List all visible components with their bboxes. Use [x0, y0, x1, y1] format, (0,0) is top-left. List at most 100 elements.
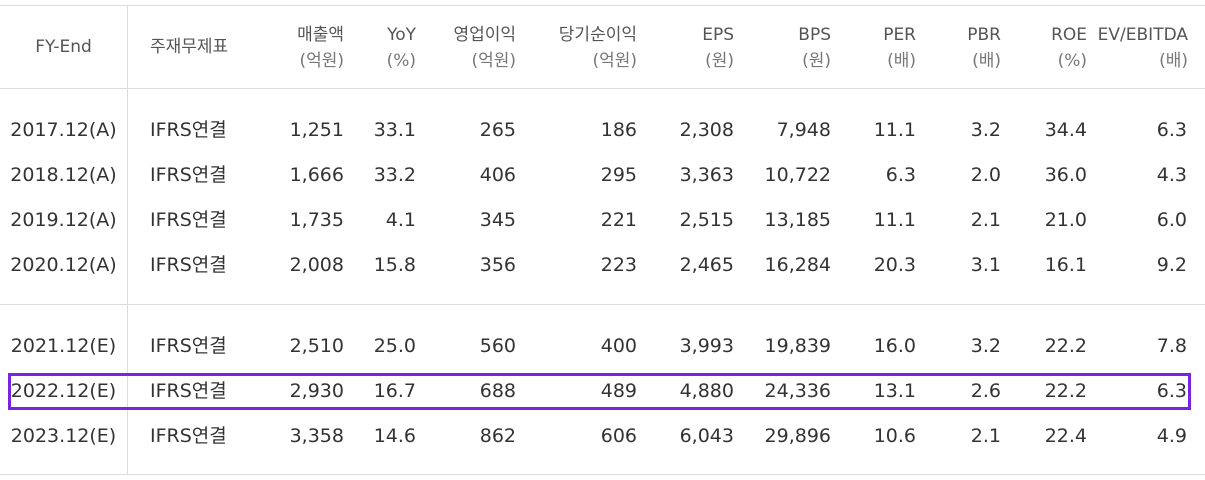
- cell-ev-ebitda: 7.8: [1156, 335, 1187, 357]
- header-main-statement-label: 주재무제표: [150, 37, 229, 57]
- cell-roe: 34.4: [1044, 119, 1087, 141]
- cell-roe: 36.0: [1044, 164, 1087, 186]
- cell-main-statement: IFRS연결: [150, 119, 227, 141]
- table-row: 2020.12(A) IFRS연결 2,008 15.8 356 223 2,465 16,2…: [0, 243, 1205, 288]
- cell-bps: 7,948: [776, 119, 831, 141]
- header-roe-label: ROE: [1051, 25, 1087, 45]
- header-divider: [0, 88, 1205, 89]
- cell-operating-profit: 688: [479, 380, 516, 402]
- cell-fy-end: 2021.12(E): [10, 335, 117, 357]
- cell-bps: 16,284: [764, 254, 831, 276]
- table-row: 2022.12(E) IFRS연결 2,930 16.7 688 489 4,880 24,3…: [0, 369, 1205, 414]
- cell-per: 11.1: [873, 119, 916, 141]
- cell-fy-end: 2019.12(A): [10, 209, 117, 231]
- header-fy-end: FY-End: [0, 34, 127, 60]
- cell-fy-end: 2020.12(A): [10, 254, 117, 276]
- cell-ev-ebitda: 6.0: [1156, 209, 1187, 231]
- header-per-unit: (배): [887, 51, 916, 71]
- cell-revenue: 2,510: [289, 335, 344, 357]
- header-revenue-unit: (억원): [299, 51, 344, 71]
- header-bps: BPS (원): [760, 22, 831, 74]
- header-ev-ebitda-label: EV/EBITDA: [1097, 25, 1188, 45]
- cell-roe: 22.2: [1044, 380, 1087, 402]
- header-per: PER (배): [850, 22, 916, 74]
- header-pbr-unit: (배): [972, 51, 1001, 71]
- cell-eps: 6,043: [679, 425, 734, 447]
- cell-eps: 2,308: [679, 119, 734, 141]
- cell-net-income: 295: [600, 164, 637, 186]
- header-ev-ebitda-unit: (배): [1159, 51, 1188, 71]
- header-yoy-unit: (%): [386, 51, 416, 71]
- header-bps-label: BPS: [798, 25, 831, 45]
- header-yoy-label: YoY: [387, 25, 416, 45]
- estimate-group-divider: [0, 304, 1205, 305]
- cell-net-income: 223: [600, 254, 637, 276]
- cell-revenue: 1,735: [289, 209, 344, 231]
- cell-operating-profit: 265: [479, 119, 516, 141]
- cell-operating-profit: 345: [479, 209, 516, 231]
- table-row: 2023.12(E) IFRS연결 3,358 14.6 862 606 6,043 29,8…: [0, 414, 1205, 459]
- header-main-statement: 주재무제표: [150, 34, 228, 60]
- cell-main-statement: IFRS연결: [150, 164, 227, 186]
- header-revenue-label: 매출액: [297, 25, 344, 45]
- cell-eps: 3,993: [679, 335, 734, 357]
- cell-per: 11.1: [873, 209, 916, 231]
- cell-pbr: 2.6: [970, 380, 1001, 402]
- header-eps-unit: (원): [705, 51, 734, 71]
- cell-bps: 29,896: [764, 425, 831, 447]
- cell-main-statement: IFRS연결: [150, 425, 227, 447]
- cell-net-income: 400: [600, 335, 637, 357]
- cell-eps: 3,363: [679, 164, 734, 186]
- header-eps-label: EPS: [702, 25, 734, 45]
- cell-roe: 16.1: [1044, 254, 1087, 276]
- cell-main-statement: IFRS연결: [150, 254, 227, 276]
- cell-pbr: 3.1: [970, 254, 1001, 276]
- cell-yoy: 33.1: [373, 119, 416, 141]
- cell-pbr: 2.1: [970, 209, 1001, 231]
- cell-yoy: 4.1: [385, 209, 416, 231]
- cell-fy-end: 2017.12(A): [10, 119, 117, 141]
- cell-fy-end: 2023.12(E): [10, 425, 117, 447]
- cell-pbr: 3.2: [970, 335, 1001, 357]
- header-operating-profit-unit: (억원): [471, 51, 516, 71]
- cell-per: 13.1: [873, 380, 916, 402]
- cell-operating-profit: 862: [479, 425, 516, 447]
- cell-net-income: 186: [600, 119, 637, 141]
- cell-ev-ebitda: 4.3: [1156, 164, 1187, 186]
- table-row: 2017.12(A) IFRS연결 1,251 33.1 265 186 2,308 7,94…: [0, 108, 1205, 153]
- cell-roe: 22.4: [1044, 425, 1087, 447]
- cell-net-income: 221: [600, 209, 637, 231]
- cell-net-income: 489: [600, 380, 637, 402]
- header-operating-profit: 영업이익 (억원): [420, 22, 516, 74]
- cell-bps: 13,185: [764, 209, 831, 231]
- header-pbr: PBR (배): [940, 22, 1001, 74]
- cell-per: 6.3: [885, 164, 916, 186]
- cell-bps: 24,336: [764, 380, 831, 402]
- cell-revenue: 1,251: [289, 119, 344, 141]
- header-pbr-label: PBR: [967, 25, 1001, 45]
- cell-ev-ebitda: 4.9: [1156, 425, 1187, 447]
- header-fy-end-label: FY-End: [35, 37, 92, 57]
- cell-pbr: 2.1: [970, 425, 1001, 447]
- cell-main-statement: IFRS연결: [150, 335, 227, 357]
- header-roe: ROE (%): [1020, 22, 1087, 74]
- cell-per: 20.3: [873, 254, 916, 276]
- table-bottom-border: [0, 474, 1205, 475]
- cell-main-statement: IFRS연결: [150, 209, 227, 231]
- cell-main-statement: IFRS연결: [150, 380, 227, 402]
- cell-yoy: 15.8: [373, 254, 416, 276]
- cell-revenue: 1,666: [289, 164, 344, 186]
- cell-yoy: 14.6: [373, 425, 416, 447]
- cell-fy-end: 2022.12(E): [10, 380, 117, 402]
- cell-revenue: 2,930: [289, 380, 344, 402]
- header-ev-ebitda: EV/EBITDA (배): [1095, 22, 1188, 74]
- cell-yoy: 33.2: [373, 164, 416, 186]
- cell-operating-profit: 406: [479, 164, 516, 186]
- header-operating-profit-label: 영업이익: [453, 25, 516, 45]
- header-net-income-label: 당기순이익: [558, 25, 637, 45]
- header-per-label: PER: [883, 25, 916, 45]
- cell-ev-ebitda: 9.2: [1156, 254, 1187, 276]
- cell-eps: 2,515: [679, 209, 734, 231]
- cell-per: 16.0: [873, 335, 916, 357]
- header-net-income: 당기순이익 (억원): [520, 22, 637, 74]
